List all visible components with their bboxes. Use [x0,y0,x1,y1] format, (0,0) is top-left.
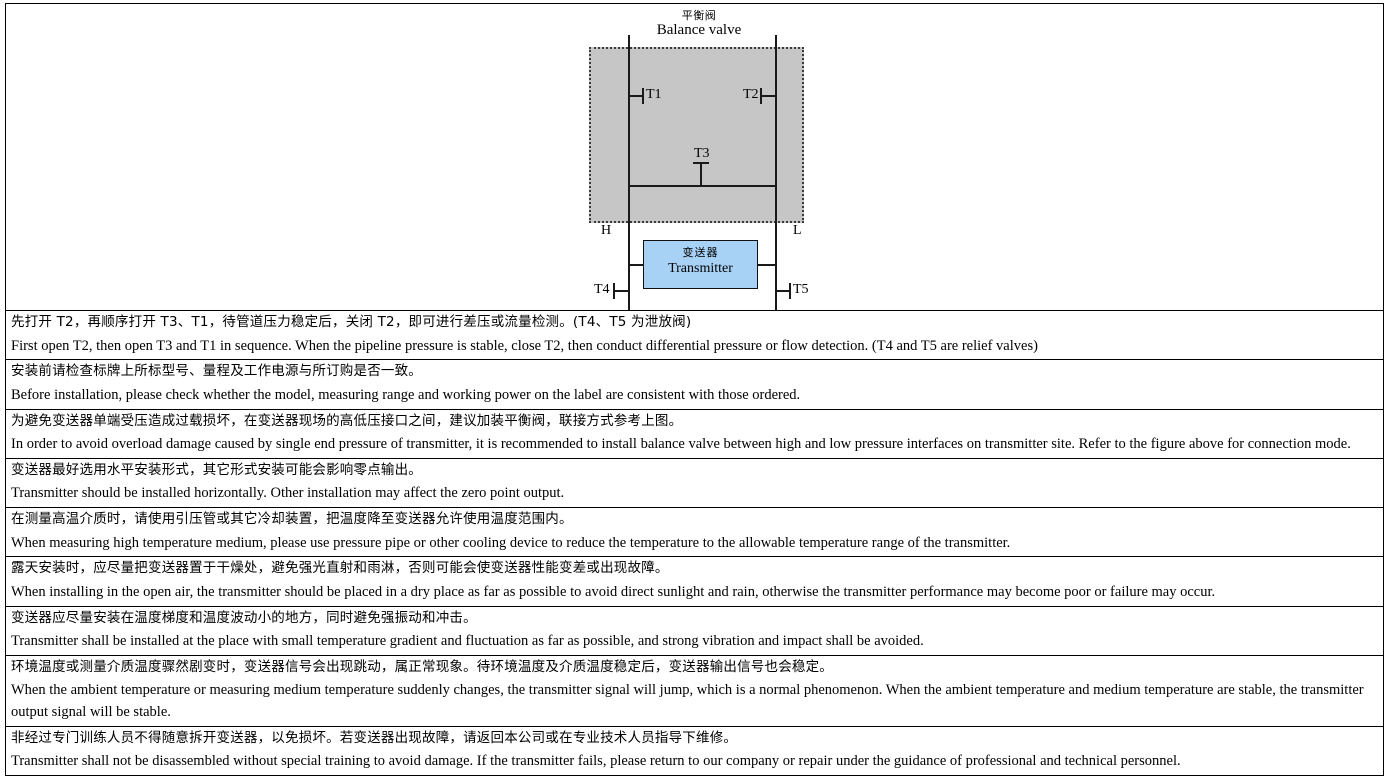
valve-t2-label: T2 [743,87,759,102]
process-zone [589,47,804,223]
note-text-en: Transmitter should be installed horizont… [11,485,565,502]
note-row: 安装前请检查标牌上所标型号、量程及工作电源与所订购是否一致。 Before in… [6,360,1383,410]
valve-t2-seat [760,88,762,104]
note-text-cn: 变送器应尽量安装在温度梯度和温度波动小的地方，同时避免强振动和冲击。 [11,609,477,626]
valve-t3-stem [700,163,702,186]
note-text-cn: 环境温度或测量介质温度骤然剧变时，变送器信号会出现跳动，属正常现象。待环境温度及… [11,658,833,675]
note-row: 变送器最好选用水平安装形式，其它形式安装可能会影响零点输出。 Transmitt… [6,459,1383,509]
note-text-cn: 变送器最好选用水平安装形式，其它形式安装可能会影响零点输出。 [11,461,422,478]
valve-t4-label: T4 [594,282,610,297]
note-text-en: When installing in the open air, the tra… [11,583,1216,600]
note-text-cn: 先打开 T2，再顺序打开 T3、T1，待管道压力稳定后，关闭 T2，即可进行差压… [11,314,692,330]
note-text-en: When measuring high temperature medium, … [11,534,1011,551]
balance-valve-title-cn: 平衡阀 [681,9,717,22]
note-row: 为避免变送器单端受压造成过载损坏，在变送器现场的高低压接口之间，建议加装平衡阀，… [6,410,1383,459]
valve-t4-seat [613,283,615,299]
note-text-en: First open T2, then open T3 and T1 in se… [11,337,1038,354]
high-pressure-pipe [628,35,630,310]
valve-t1-label: T1 [646,87,662,102]
transmitter-box: 变送器 Transmitter [643,240,758,289]
note-text-en: Before installation, please check whethe… [11,386,801,403]
piping-diagram: 平衡阀 Balance valve T1 T2 T3 H L 变送器 Trans… [6,4,1383,310]
low-pressure-pipe [775,35,777,310]
valve-t5-label: T5 [793,282,809,297]
port-l-label: L [793,223,802,238]
note-text-en: In order to avoid overload damage caused… [11,436,1351,453]
valve-t4-stem [614,290,628,292]
note-text-cn: 安装前请检查标牌上所标型号、量程及工作电源与所订购是否一致。 [11,363,422,380]
valve-t1-seat [642,88,644,104]
valve-t3-seat [693,162,709,164]
note-text-cn: 为避免变送器单端受压造成过载损坏，在变送器现场的高低压接口之间，建议加装平衡阀，… [11,412,683,429]
note-text-cn: 露天安装时，应尽量把变送器置于干燥处，避免强光直射和雨淋，否则可能会使变送器性能… [11,560,669,577]
page-root: 平衡阀 Balance valve T1 T2 T3 H L 变送器 Trans… [0,0,1390,776]
note-text-en: Transmitter shall be installed at the pl… [11,633,924,650]
note-text-en: Transmitter shall not be disassembled wi… [11,753,1181,770]
transmitter-lead-right [757,264,777,266]
valve-t5-seat [789,283,791,299]
note-row: 先打开 T2，再顺序打开 T3、T1，待管道压力稳定后，关闭 T2，即可进行差压… [6,311,1383,361]
note-row: 变送器应尽量安装在温度梯度和温度波动小的地方，同时避免强振动和冲击。 Trans… [6,607,1383,656]
note-text-en: When the ambient temperature or measurin… [11,682,1364,721]
valve-t2-stem [761,95,775,97]
note-row: 环境温度或测量介质温度骤然剧变时，变送器信号会出现跳动，属正常现象。待环境温度及… [6,656,1383,727]
valve-t3-label: T3 [694,146,710,161]
port-h-label: H [601,223,612,238]
piping-diagram-cell: 平衡阀 Balance valve T1 T2 T3 H L 变送器 Trans… [6,4,1383,311]
note-text-cn: 非经过专门训练人员不得随意拆开变送器，以免损坏。若变送器出现故障，请返回本公司或… [11,729,738,746]
note-row: 露天安装时，应尽量把变送器置于干燥处，避免强光直射和雨淋，否则可能会使变送器性能… [6,557,1383,607]
note-text-cn: 在测量高温介质时，请使用引压管或其它冷却装置，把温度降至变送器允许使用温度范围内… [11,511,573,528]
note-row: 在测量高温介质时，请使用引压管或其它冷却装置，把温度降至变送器允许使用温度范围内… [6,508,1383,558]
transmitter-label-cn: 变送器 [682,246,719,259]
instruction-table: 平衡阀 Balance valve T1 T2 T3 H L 变送器 Trans… [5,3,1384,776]
balance-line [628,185,777,187]
transmitter-label-en: Transmitter [668,260,733,276]
note-row: 非经过专门训练人员不得随意拆开变送器，以免损坏。若变送器出现故障，请返回本公司或… [6,727,1383,775]
